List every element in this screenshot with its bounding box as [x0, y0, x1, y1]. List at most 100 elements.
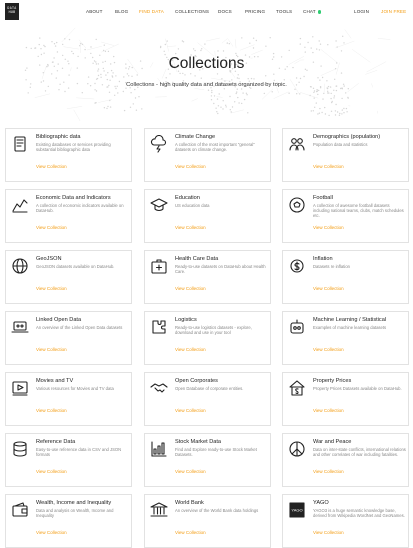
nav-tools-link[interactable]: TOOLS — [276, 9, 292, 14]
collection-title[interactable]: Reference Data — [36, 439, 130, 445]
nav-chat-link[interactable]: CHAT — [303, 9, 322, 14]
hero-section: Collections Collections - high quality d… — [0, 26, 413, 121]
collection-title[interactable]: Inflation — [313, 256, 407, 262]
collection-title[interactable]: GeoJSON — [36, 256, 130, 262]
nav-login-link[interactable]: LOGIN — [354, 9, 369, 14]
collection-description: Datasets re inflation — [313, 264, 351, 269]
collection-description: Ready-to-use datasets on DataHub about H… — [175, 264, 266, 275]
collection-card[interactable]: Wealth, Income and Inequality Data and an… — [5, 494, 132, 548]
collection-description: Open Database of corporate entities. — [175, 386, 244, 391]
nav-docs-link[interactable]: DOCS — [218, 9, 232, 14]
collection-description: Population data and statistics — [313, 142, 368, 147]
collection-description: An overview of the World Bank data holdi… — [175, 508, 259, 513]
view-collection-link[interactable]: View Collection — [175, 530, 206, 535]
view-collection-link[interactable]: View Collection — [36, 286, 67, 291]
collection-card[interactable]: Climate Change A collection of the most i… — [144, 128, 271, 182]
view-collection-link[interactable]: View Collection — [313, 225, 344, 230]
chat-online-status-icon — [317, 10, 322, 14]
collection-title[interactable]: Climate Change — [175, 134, 269, 140]
collection-card[interactable]: War and Peace Data on inter-state conflic… — [282, 433, 409, 487]
view-collection-link[interactable]: View Collection — [313, 469, 344, 474]
handshake-icon — [150, 379, 168, 397]
view-collection-link[interactable]: View Collection — [175, 408, 206, 413]
page-title: Collections — [168, 55, 245, 72]
collection-card[interactable]: Inflation Datasets re inflation View Colle… — [282, 250, 409, 304]
collection-card[interactable]: Education US education data View Collectio… — [144, 189, 271, 243]
collection-description: A collection of awesome football dataset… — [313, 203, 404, 219]
collection-title[interactable]: Linked Open Data — [36, 317, 130, 323]
view-collection-link[interactable]: View Collection — [175, 286, 206, 291]
collection-title[interactable]: Football — [313, 195, 407, 201]
collection-description: GeoJSON datasets available on DataHub. — [36, 264, 115, 269]
collection-title[interactable]: Property Prices — [313, 378, 407, 384]
collection-card[interactable]: Movies and TV Various resources for Movie… — [5, 372, 132, 426]
collection-card[interactable]: Stock Market Data Find and Explore ready-… — [144, 433, 271, 487]
collection-title[interactable]: Health Care Data — [175, 256, 269, 262]
collection-title[interactable]: Machine Learning / Statistical — [313, 317, 407, 323]
war-peace-icon — [288, 440, 306, 458]
collection-title[interactable]: Bibliographic data — [36, 134, 130, 140]
nav-about-link[interactable]: ABOUT — [86, 9, 103, 14]
view-collection-link[interactable]: View Collection — [313, 408, 344, 413]
nav-join-free-link[interactable]: JOIN FREE — [381, 9, 406, 14]
view-collection-link[interactable]: View Collection — [313, 286, 344, 291]
collection-card[interactable]: YAGO YAGO YAGO3 is a huge semantic knowled… — [282, 494, 409, 548]
view-collection-link[interactable]: View Collection — [175, 164, 206, 169]
collection-card[interactable]: Reference Data Easy-to-use reference data… — [5, 433, 132, 487]
collection-card[interactable]: Demographics (population) Population data… — [282, 128, 409, 182]
medical-kit-icon — [150, 257, 168, 275]
collection-description: Examples of machine learning datasets — [313, 325, 387, 330]
nav-collections-link[interactable]: COLLECTIONS — [175, 9, 209, 14]
chart-icon — [11, 196, 29, 214]
nav-blog-link[interactable]: BLOG — [115, 9, 128, 14]
collection-title[interactable]: Demographics (population) — [313, 134, 407, 140]
collection-title[interactable]: Movies and TV — [36, 378, 130, 384]
nav-pricing-link[interactable]: PRICING — [245, 9, 265, 14]
collection-title[interactable]: Education — [175, 195, 269, 201]
page-subtitle: Collections - high quality data and data… — [126, 82, 287, 88]
collection-title[interactable]: World Bank — [175, 500, 269, 506]
datahub-logo[interactable]: DATA HUB — [5, 3, 19, 20]
collection-card[interactable]: Linked Open Data An overview of the Linke… — [5, 311, 132, 365]
view-collection-link[interactable]: View Collection — [313, 164, 344, 169]
view-collection-link[interactable]: View Collection — [36, 225, 67, 230]
collection-description: A collection of the most important "gene… — [175, 142, 255, 153]
collection-card[interactable]: Football A collection of awesome football… — [282, 189, 409, 243]
view-collection-link[interactable]: View Collection — [313, 530, 344, 535]
nav-find-data-link[interactable]: FIND DATA — [139, 9, 164, 14]
collection-card[interactable]: Bibliographic data Existing databases or … — [5, 128, 132, 182]
wallet-icon — [11, 501, 29, 519]
collection-card[interactable]: World Bank An overview of the World Bank … — [144, 494, 271, 548]
collection-description: Data and analysis on Wealth, Income and … — [36, 508, 114, 519]
view-collection-link[interactable]: View Collection — [36, 408, 67, 413]
collection-title[interactable]: YAGO — [313, 500, 407, 506]
football-icon — [288, 196, 306, 214]
view-collection-link[interactable]: View Collection — [36, 164, 67, 169]
collection-card[interactable]: Logistics Ready-to-use logistics datasets… — [144, 311, 271, 365]
view-collection-link[interactable]: View Collection — [175, 225, 206, 230]
house-price-icon — [288, 379, 306, 397]
collection-description: YAGO3 is a huge semantic knowledge base,… — [313, 508, 405, 519]
collection-card[interactable]: Property Prices Property Prices Datasets … — [282, 372, 409, 426]
view-collection-link[interactable]: View Collection — [175, 347, 206, 352]
collection-title[interactable]: Wealth, Income and Inequality — [36, 500, 130, 506]
collection-description: An overview of the Linked Open Data data… — [36, 325, 123, 330]
view-collection-link[interactable]: View Collection — [36, 469, 67, 474]
view-collection-link[interactable]: View Collection — [36, 347, 67, 352]
view-collection-link[interactable]: View Collection — [175, 469, 206, 474]
collection-card[interactable]: Open Corporates Open Database of corporat… — [144, 372, 271, 426]
collection-title[interactable]: Open Corporates — [175, 378, 269, 384]
collection-card[interactable]: GeoJSON GeoJSON datasets available on Dat… — [5, 250, 132, 304]
collection-card[interactable]: Machine Learning / Statistical Examples o… — [282, 311, 409, 365]
collection-description: US education data — [175, 203, 210, 208]
collection-title[interactable]: Stock Market Data — [175, 439, 269, 445]
collection-title[interactable]: Economic Data and Indicators — [36, 195, 130, 201]
view-collection-link[interactable]: View Collection — [36, 530, 67, 535]
collection-title[interactable]: Logistics — [175, 317, 269, 323]
nav-chat-label: CHAT — [303, 9, 316, 14]
collection-card[interactable]: Health Care Data Ready-to-use datasets on… — [144, 250, 271, 304]
view-collection-link[interactable]: View Collection — [313, 347, 344, 352]
collection-description: A collection of economic indicators avai… — [36, 203, 124, 214]
collection-card[interactable]: Economic Data and Indicators A collection… — [5, 189, 132, 243]
collection-title[interactable]: War and Peace — [313, 439, 407, 445]
